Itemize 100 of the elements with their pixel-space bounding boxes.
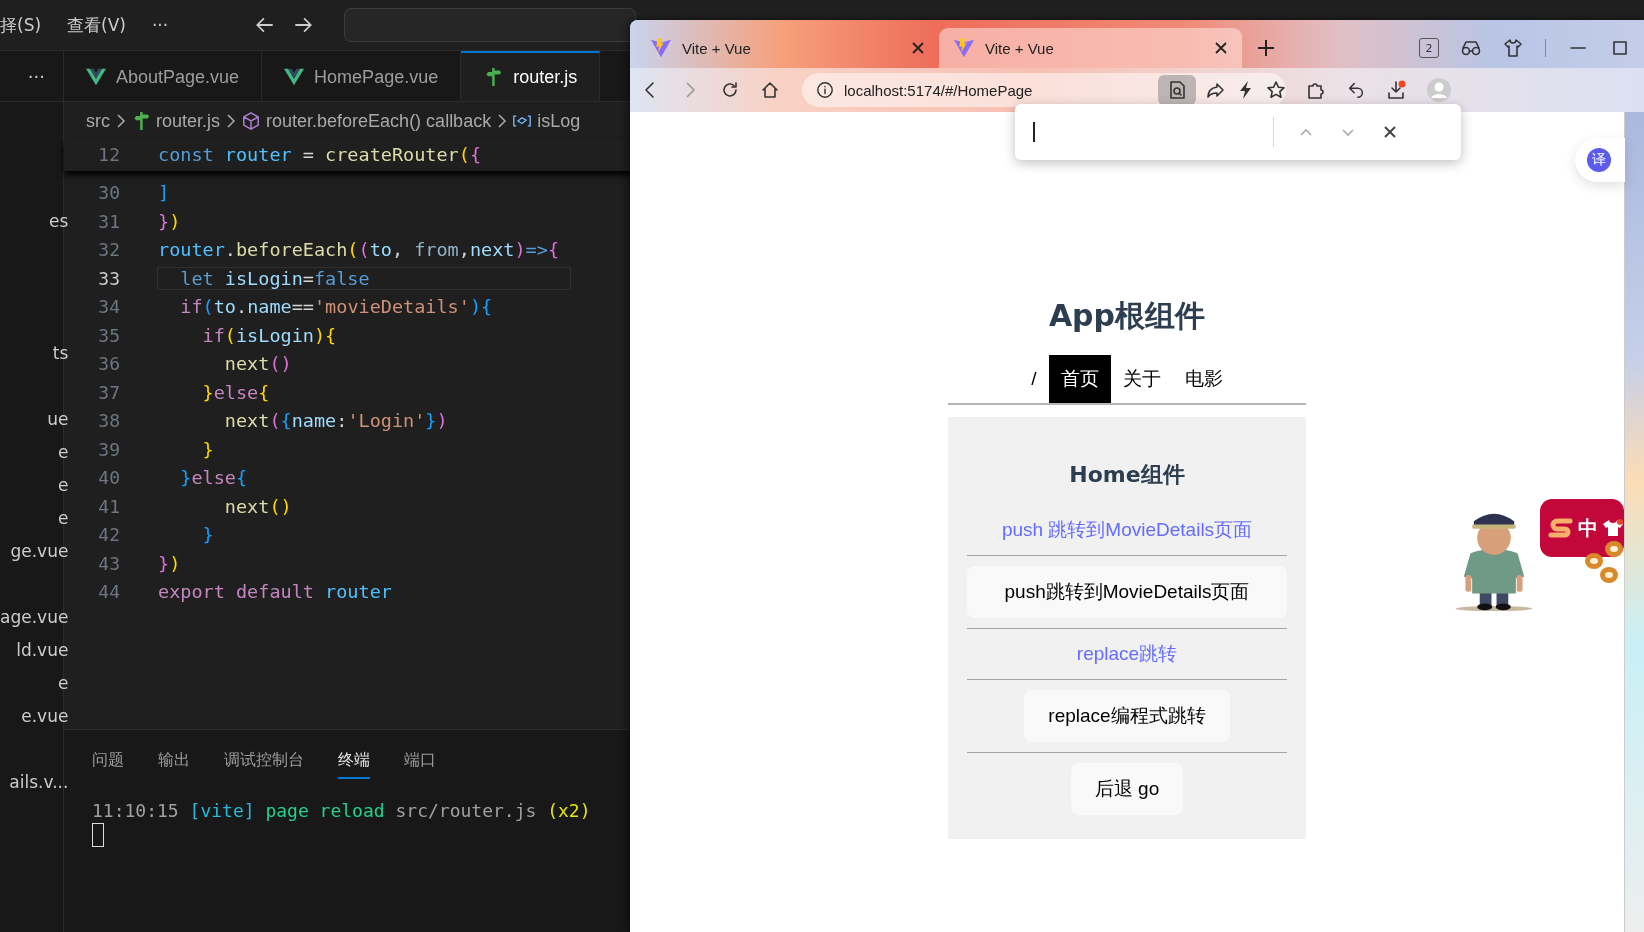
find-button[interactable] [1158, 75, 1196, 105]
line-number: 31 [97, 210, 121, 232]
chevron-icon [226, 114, 237, 128]
lightning-logo-icon [650, 37, 672, 59]
breadcrumb-item[interactable]: isLog [537, 110, 581, 132]
file-item[interactable]: e [57, 474, 69, 495]
nav-link[interactable]: 电影 [1172, 355, 1235, 403]
file-item[interactable]: age.vue [0, 606, 69, 627]
line-number: 38 [97, 410, 121, 432]
file-item[interactable]: ge.vue [10, 540, 69, 561]
file-item[interactable]: ld.vue [16, 639, 69, 660]
reload-icon[interactable] [720, 80, 740, 100]
breadcrumb-item[interactable]: src [86, 110, 110, 132]
ime-mode-label[interactable]: 中 [1578, 514, 1598, 542]
address-bar[interactable]: localhost:5174/#/HomePage [802, 73, 1286, 107]
find-in-page-icon [1167, 80, 1187, 100]
browser-tab[interactable]: Vite + Vue [636, 28, 939, 68]
code-line: } [201, 524, 214, 546]
variable-icon [513, 112, 532, 130]
line-number: 39 [97, 438, 121, 460]
code-line: }else{ [179, 467, 248, 489]
code-line: if(to.name=='movieDetails'){ [179, 296, 493, 318]
code-line: }else{ [201, 381, 270, 403]
home-icon[interactable] [760, 80, 780, 100]
file-item[interactable]: ue [47, 408, 69, 429]
panel-tab[interactable]: 端口 [404, 743, 436, 779]
search-field[interactable] [344, 8, 637, 42]
line-number: 35 [97, 324, 121, 346]
star-icon[interactable] [1266, 80, 1286, 100]
vue-icon [284, 68, 305, 86]
vue-icon [86, 68, 106, 86]
breadcrumb-item[interactable]: router.js [156, 110, 221, 132]
file-item[interactable]: e [57, 441, 69, 462]
line-number: 40 [97, 467, 121, 489]
menu-item[interactable]: 择(S) [0, 13, 42, 37]
share-icon[interactable] [1206, 80, 1226, 100]
home-title: Home组件 [1069, 461, 1185, 489]
extension-icon[interactable] [1306, 80, 1326, 100]
router-link[interactable]: push 跳转到MovieDetails页面 [1001, 515, 1253, 545]
menu-item[interactable]: ··· [151, 15, 169, 35]
line-number: 43 [97, 552, 121, 574]
line-number: 34 [97, 296, 121, 318]
code-line: next() [223, 353, 292, 375]
nav-link[interactable]: 关于 [1110, 355, 1173, 403]
translate-button[interactable]: 译 [1587, 148, 1611, 172]
code-line: next({name:'Login'}) [223, 410, 448, 432]
panel-tab[interactable]: 问题 [92, 743, 124, 779]
code-line: ] [158, 182, 170, 204]
app-title: App根组件 [1048, 297, 1206, 335]
editor-tab[interactable]: router.js [461, 51, 601, 101]
breadcrumb-item[interactable]: router.beforeEach() callback [266, 110, 492, 132]
line-number: 41 [97, 495, 121, 517]
file-item[interactable]: e.vue [21, 705, 69, 726]
maximize-icon[interactable] [1610, 38, 1630, 58]
line-number: 36 [97, 353, 121, 375]
shirt-icon[interactable] [1602, 518, 1624, 538]
file-item[interactable]: ts [52, 342, 69, 363]
undo-icon[interactable] [1346, 80, 1366, 100]
file-item[interactable]: es [49, 210, 69, 231]
code-line: export default router [158, 581, 392, 603]
glasses-icon[interactable] [1461, 38, 1481, 58]
info-icon[interactable] [816, 81, 834, 99]
line-number: 12 [97, 143, 121, 165]
tab-count-icon[interactable]: 2 [1419, 38, 1439, 58]
lightning-logo-icon [953, 37, 975, 59]
find-input[interactable] [1033, 117, 1274, 147]
router-link[interactable]: replace跳转 [1076, 639, 1178, 669]
navigate-button[interactable]: 后退 go [1070, 763, 1184, 815]
cube-icon [242, 112, 261, 130]
chevron-icon [497, 114, 508, 128]
navigate-button[interactable]: push跳转到MovieDetails页面 [967, 566, 1287, 618]
close-icon[interactable] [1214, 41, 1228, 55]
panel-tab[interactable]: 输出 [158, 743, 190, 779]
line-number: 33 [97, 267, 121, 289]
terminal-cursor [92, 823, 104, 847]
file-item[interactable]: e [57, 672, 69, 693]
nav-link[interactable]: 首页 [1048, 355, 1111, 403]
menu-item[interactable]: 查看(V) [67, 13, 126, 37]
code-line: router.beforeEach((to, from,next)=>{ [158, 239, 560, 261]
line-number: 44 [97, 581, 121, 603]
shirt-icon[interactable] [1503, 38, 1523, 58]
code-line: } [201, 438, 214, 460]
panel-tab[interactable]: 调试控制台 [224, 743, 304, 779]
line-number: 30 [97, 182, 121, 204]
download-icon[interactable] [1386, 80, 1406, 100]
new-tab-icon[interactable] [1256, 38, 1276, 58]
more-button[interactable]: ··· [27, 65, 45, 87]
code-line: if(isLogin){ [201, 324, 337, 346]
close-icon[interactable] [911, 41, 925, 55]
file-item[interactable]: e [57, 507, 69, 528]
line-number: 32 [97, 239, 121, 261]
code-line: let isLogin=false [158, 267, 570, 289]
panel-tab[interactable]: 终端 [338, 743, 370, 779]
terminal-line: 11:10:15 [vite] page reload src/router.js (x2) [92, 800, 592, 821]
nav-link[interactable]: / [1019, 355, 1049, 403]
file-item[interactable]: ails.v... [9, 771, 69, 792]
browser-tab[interactable]: Vite + Vue [939, 28, 1242, 68]
code-line: const router = createRouter({ [158, 143, 481, 165]
navigate-button[interactable]: replace编程式跳转 [1024, 690, 1230, 742]
code-line: }) [158, 552, 181, 574]
